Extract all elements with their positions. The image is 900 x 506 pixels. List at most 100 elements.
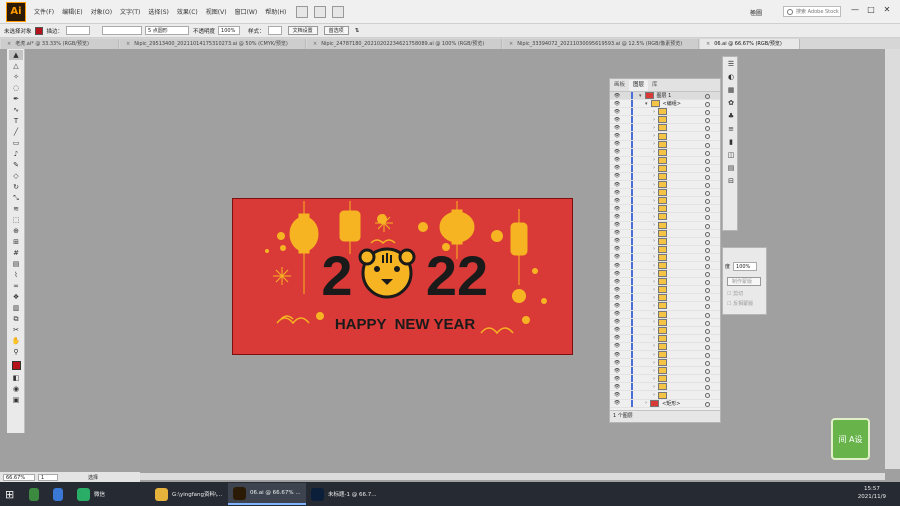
width-tool-icon[interactable]: ≋ — [9, 204, 23, 214]
properties-icon[interactable]: ☰ — [725, 60, 737, 70]
visibility-icon[interactable]: 👁 — [613, 133, 621, 139]
doc-tab-active[interactable]: × 06.ai @ 66.67% (RGB/预览) — [700, 39, 800, 49]
taskbar-app[interactable]: 微信 — [72, 483, 150, 505]
target-icon[interactable] — [705, 142, 710, 148]
layer-row[interactable]: 👁 › — [610, 334, 720, 343]
mesh-tool-icon[interactable]: # — [9, 248, 23, 258]
menu-edit[interactable]: 编辑(E) — [58, 7, 86, 16]
visibility-icon[interactable]: 👁 — [613, 101, 621, 107]
target-icon[interactable] — [705, 231, 710, 237]
pen-tool-icon[interactable]: ✒ — [9, 94, 23, 104]
layer-row[interactable]: 👁 › — [610, 229, 720, 238]
taskbar-app[interactable]: 未标题-1 @ 66.7... — [306, 483, 384, 505]
target-icon[interactable] — [705, 215, 710, 221]
target-icon[interactable] — [705, 401, 710, 407]
swatches-icon[interactable]: ▦ — [725, 86, 737, 96]
visibility-icon[interactable]: 👁 — [613, 271, 621, 277]
visibility-icon[interactable]: 👁 — [613, 182, 621, 188]
artboard-nav-field[interactable]: 1 — [38, 473, 58, 481]
bridge-icon[interactable] — [296, 5, 309, 18]
menu-select[interactable]: 选择(S) — [144, 7, 173, 16]
close-tab-icon[interactable]: × — [7, 41, 11, 47]
target-icon[interactable] — [705, 263, 710, 269]
fill-stroke-icon[interactable] — [9, 358, 23, 372]
target-icon[interactable] — [705, 272, 710, 278]
tab-layers[interactable]: 图层 — [629, 80, 649, 91]
stock-search-input[interactable]: 搜索 Adobe Stock — [783, 6, 841, 17]
layer-row[interactable]: 👁 › — [610, 116, 720, 125]
visibility-icon[interactable]: 👁 — [613, 117, 621, 123]
layer-row[interactable]: 👁 › — [610, 310, 720, 319]
visibility-icon[interactable]: 👁 — [613, 157, 621, 163]
stroke-weight-field[interactable] — [66, 26, 91, 35]
curvature-tool-icon[interactable]: ∿ — [9, 105, 23, 115]
layer-row[interactable]: 👁 › — [610, 351, 720, 360]
visibility-icon[interactable]: 👁 — [613, 190, 621, 196]
target-icon[interactable] — [705, 369, 710, 375]
target-icon[interactable] — [705, 320, 710, 326]
target-icon[interactable] — [705, 377, 710, 383]
doc-tab[interactable]: × Nipic_24787180_20210202234621758089.ai … — [307, 39, 502, 49]
type-tool-icon[interactable]: T — [9, 116, 23, 126]
system-clock[interactable]: 15:57 2021/11/9 — [858, 485, 886, 501]
selection-tool-icon[interactable]: ▲ — [9, 50, 23, 60]
shape-builder-icon[interactable]: ⊕ — [9, 226, 23, 236]
gradient-icon[interactable]: ▮ — [725, 138, 737, 148]
menu-view[interactable]: 视图(V) — [202, 7, 231, 16]
color-mode-icon[interactable]: ◧ — [9, 373, 23, 383]
target-icon[interactable] — [705, 207, 710, 213]
doc-tab[interactable]: × Nipic_29513400_20211014175310273.ai @ 5… — [120, 39, 306, 49]
minimize-icon[interactable]: — — [848, 5, 862, 17]
visibility-icon[interactable]: 👁 — [613, 149, 621, 155]
target-icon[interactable] — [705, 118, 710, 124]
artboard[interactable]: 2 22 HAPPY NEW YEAR — [232, 198, 573, 355]
workspace-switcher[interactable]: 極圖 — [750, 8, 762, 17]
layer-row[interactable]: 👁 › — [610, 367, 720, 376]
layer-row[interactable]: 👁 ▾ <编组> — [610, 100, 720, 109]
layer-row[interactable]: 👁 › <矩形> — [610, 399, 720, 408]
visibility-icon[interactable]: 👁 — [613, 368, 621, 374]
layer-row[interactable]: 👁 › — [610, 164, 720, 173]
layer-row[interactable]: 👁 › — [610, 261, 720, 271]
target-icon[interactable] — [705, 393, 710, 399]
taskbar-app[interactable] — [48, 483, 72, 505]
layer-row[interactable]: 👁 › — [610, 132, 720, 141]
tab-libraries[interactable]: 库 — [648, 80, 662, 91]
horizontal-scrollbar[interactable] — [140, 473, 885, 480]
layer-row[interactable]: 👁 › — [610, 342, 720, 351]
layer-row[interactable]: 👁 › — [610, 140, 720, 149]
document-setup-button[interactable]: 文档设置 — [287, 26, 318, 35]
magic-wand-icon[interactable]: ✧ — [9, 72, 23, 82]
pencil-tool-icon[interactable]: ✎ — [9, 160, 23, 170]
screen-mode-icon[interactable]: ▣ — [9, 395, 23, 405]
arrange-docs-icon[interactable]: ⇅ — [355, 28, 360, 34]
layer-row[interactable]: 👁 › — [610, 359, 720, 368]
brush-dropdown[interactable]: 5 点圆形 — [145, 26, 190, 35]
opacity-field[interactable]: 100% — [218, 26, 241, 35]
layer-row[interactable]: 👁 › — [610, 270, 720, 279]
layer-row[interactable]: 👁 › — [610, 213, 720, 222]
line-tool-icon[interactable]: ╱ — [9, 127, 23, 137]
color-icon[interactable]: ◐ — [725, 73, 737, 83]
visibility-icon[interactable]: 👁 — [613, 125, 621, 131]
appearance-icon[interactable]: ▤ — [725, 164, 737, 174]
fill-swatch[interactable] — [34, 26, 43, 35]
visibility-icon[interactable]: 👁 — [613, 165, 621, 171]
artboard-tool-icon[interactable]: ⧉ — [9, 314, 23, 324]
doc-tab[interactable]: × Nipic_33394072_20211030095619593.ai @ 1… — [503, 39, 699, 49]
paintbrush-icon[interactable]: ♪ — [9, 149, 23, 159]
target-icon[interactable] — [705, 361, 710, 367]
eyedropper-icon[interactable]: ⌇ — [9, 270, 23, 280]
target-icon[interactable] — [705, 344, 710, 350]
stroke-icon[interactable]: ≡ — [725, 125, 737, 135]
target-icon[interactable] — [705, 191, 710, 197]
visibility-icon[interactable]: 👁 — [613, 319, 621, 325]
visibility-icon[interactable]: 👁 — [613, 173, 621, 179]
menu-effect[interactable]: 效果(C) — [173, 7, 202, 16]
visibility-icon[interactable]: 👁 — [613, 198, 621, 204]
maximize-icon[interactable]: □ — [864, 5, 878, 17]
variable-width-dropdown[interactable] — [102, 26, 143, 35]
target-icon[interactable] — [705, 223, 710, 229]
tab-artboards[interactable]: 画板 — [610, 80, 629, 91]
visibility-icon[interactable]: 👁 — [613, 335, 621, 341]
